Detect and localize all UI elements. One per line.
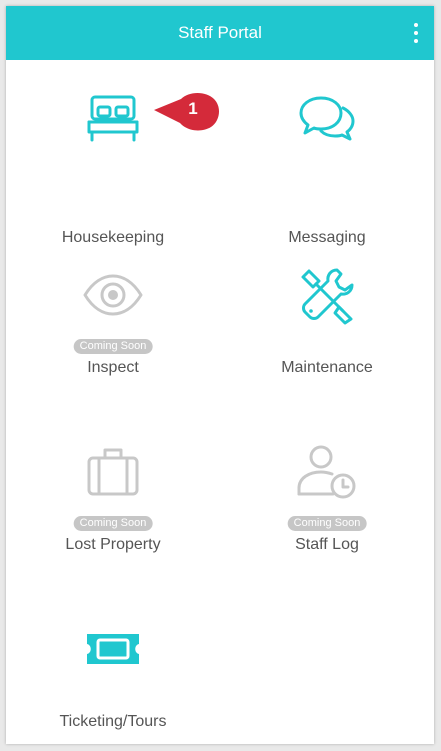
eye-icon [81,263,145,327]
tile-label: Maintenance [281,359,373,376]
tile-messaging[interactable]: Messaging [220,60,434,246]
tile-housekeeping[interactable]: Housekeeping [6,60,220,246]
tile-inspect[interactable]: Coming Soon Inspect [6,237,220,413]
ticket-icon [81,617,145,681]
chat-bubbles-icon [295,86,359,150]
suitcase-icon [81,440,145,504]
callout-number: 1 [188,99,198,118]
page-title: Staff Portal [178,23,262,42]
app-header: Staff Portal [6,6,434,60]
tile-label: Staff Log [295,536,359,553]
tile-label: Inspect [87,359,139,376]
coming-soon-badge: Coming Soon [287,516,367,531]
tile-label: Lost Property [65,536,161,553]
vertical-dots-icon[interactable] [412,23,420,43]
coming-soon-badge: Coming Soon [73,339,153,354]
tile-label: Ticketing/Tours [59,713,167,730]
app-window: Staff Portal Housekeeping Messaging Comi… [6,6,434,744]
tile-staff-log[interactable]: Coming Soon Staff Log [220,414,434,590]
tile-maintenance[interactable]: Maintenance [220,237,434,413]
tile-lost-property[interactable]: Coming Soon Lost Property [6,414,220,590]
tile-ticketing-tours[interactable]: Ticketing/Tours [6,591,220,744]
coming-soon-badge: Coming Soon [73,516,153,531]
user-clock-icon [295,440,359,504]
bed-icon [81,86,145,150]
tools-icon [295,263,359,327]
